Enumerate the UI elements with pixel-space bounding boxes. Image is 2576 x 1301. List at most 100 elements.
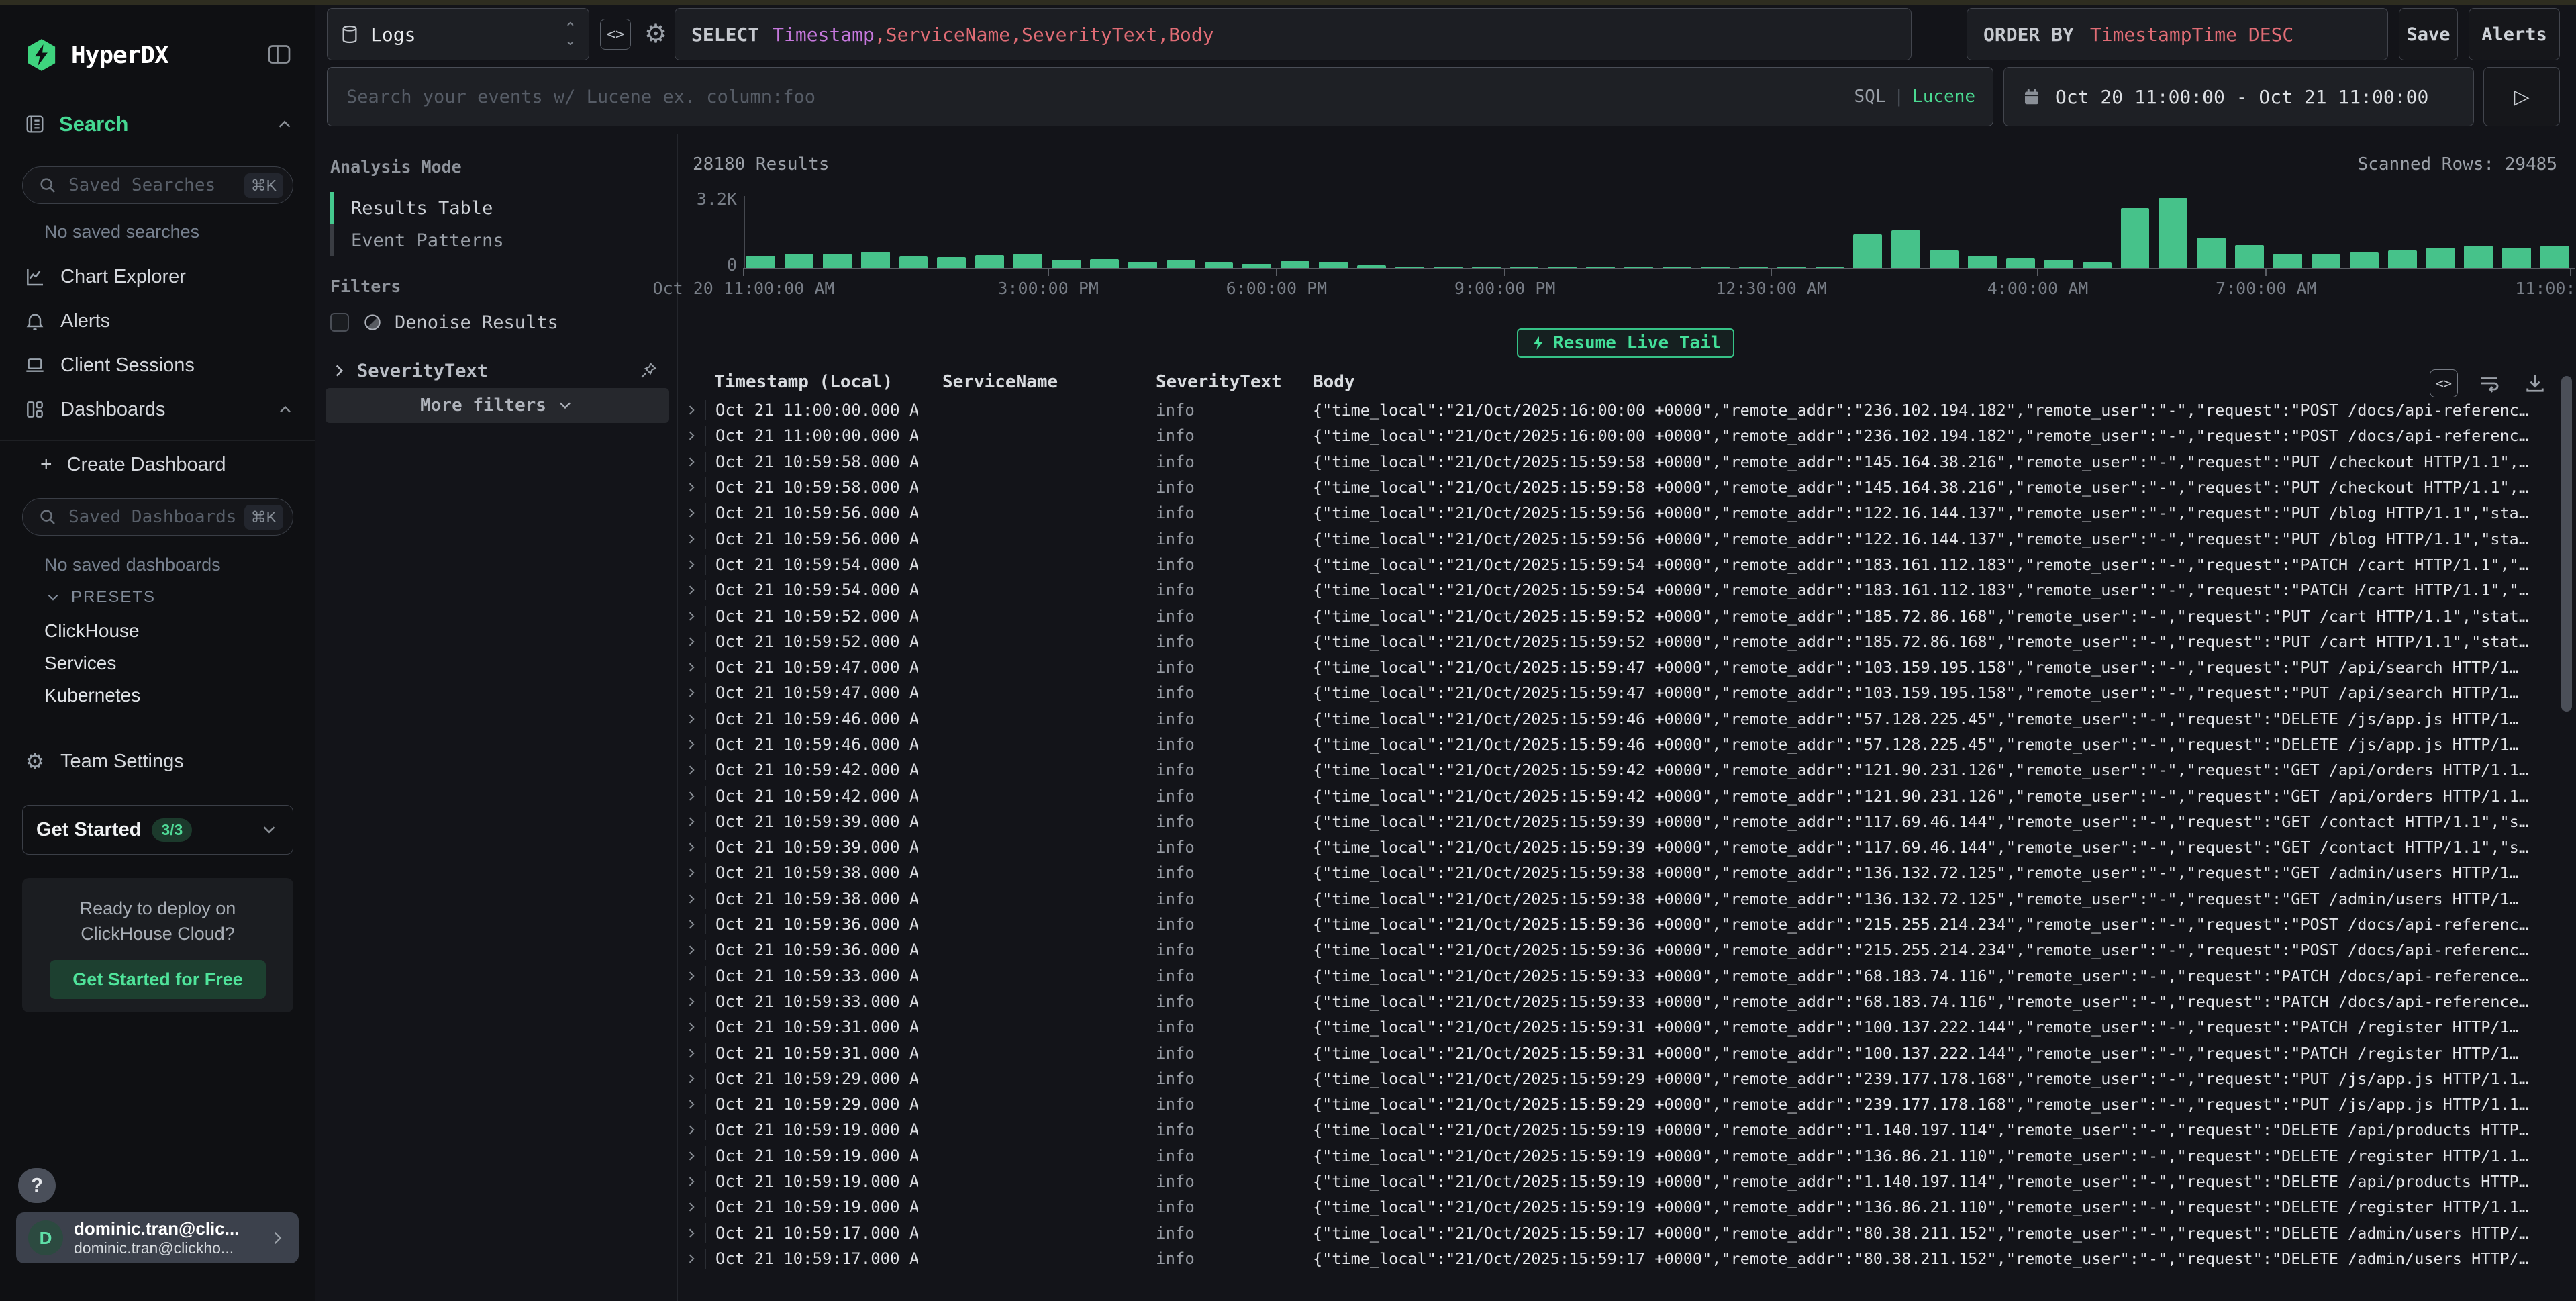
row-expand-chevron-icon[interactable] <box>678 943 705 957</box>
table-row[interactable]: Oct 21 10:59:54.000 AMinfo{"time_local":… <box>678 577 2571 603</box>
search-field[interactable] <box>345 86 1840 108</box>
row-expand-chevron-icon[interactable] <box>678 918 705 931</box>
table-row[interactable]: Oct 21 10:59:58.000 AMinfo{"time_local":… <box>678 449 2571 475</box>
preset-clickhouse[interactable]: ClickHouse <box>44 620 140 642</box>
row-expand-chevron-icon[interactable] <box>678 506 705 520</box>
chart-bar[interactable] <box>2273 254 2302 268</box>
table-row[interactable]: Oct 21 10:59:56.000 AMinfo{"time_local":… <box>678 526 2571 551</box>
table-row[interactable]: Oct 21 10:59:47.000 AMinfo{"time_local":… <box>678 680 2571 706</box>
language-lucene-toggle[interactable]: Lucene <box>1912 87 1975 107</box>
pin-icon[interactable] <box>638 360 658 381</box>
chart-bar[interactable] <box>899 256 928 268</box>
table-row[interactable]: Oct 21 10:59:19.000 AMinfo{"time_local":… <box>678 1194 2571 1220</box>
row-expand-chevron-icon[interactable] <box>678 686 705 700</box>
chart-bar[interactable] <box>2426 248 2455 268</box>
denoise-checkbox[interactable] <box>330 313 349 332</box>
row-expand-chevron-icon[interactable] <box>678 1123 705 1137</box>
sidebar-item-team-settings[interactable]: ⚙ Team Settings <box>24 744 295 779</box>
table-row[interactable]: Oct 21 10:59:36.000 AMinfo{"time_local":… <box>678 937 2571 963</box>
row-expand-chevron-icon[interactable] <box>678 558 705 571</box>
chart-bar[interactable] <box>746 256 775 268</box>
chart-bar[interactable] <box>2006 258 2035 268</box>
mode-results-table[interactable]: Results Table <box>330 192 664 224</box>
saved-searches-field[interactable] <box>67 175 244 196</box>
table-row[interactable]: Oct 21 10:59:54.000 AMinfo{"time_local":… <box>678 552 2571 577</box>
table-row[interactable]: Oct 21 10:59:42.000 AMinfo{"time_local":… <box>678 757 2571 783</box>
table-row[interactable]: Oct 21 10:59:17.000 AMinfo{"time_local":… <box>678 1246 2571 1271</box>
row-expand-chevron-icon[interactable] <box>678 1072 705 1086</box>
table-row[interactable]: Oct 21 10:59:17.000 AMinfo{"time_local":… <box>678 1220 2571 1246</box>
download-icon[interactable] <box>2521 369 2549 397</box>
chart-bar[interactable] <box>1930 250 1959 268</box>
chart-bar[interactable] <box>785 254 813 268</box>
presets-toggle[interactable]: PRESETS <box>44 588 156 607</box>
dashboards-collapse-chevron-icon[interactable] <box>276 400 295 419</box>
resume-live-tail-button[interactable]: Resume Live Tail <box>1517 328 1734 358</box>
table-row[interactable]: Oct 21 10:59:33.000 AMinfo{"time_local":… <box>678 989 2571 1014</box>
table-row[interactable]: Oct 21 10:59:58.000 AMinfo{"time_local":… <box>678 475 2571 500</box>
chart-bar[interactable] <box>1319 262 1348 268</box>
chart-bar[interactable] <box>2350 252 2379 268</box>
chart-bar[interactable] <box>2388 250 2417 268</box>
source-settings-gear-icon[interactable]: ⚙ <box>639 16 673 51</box>
row-expand-chevron-icon[interactable] <box>678 738 705 751</box>
table-row[interactable]: Oct 21 10:59:52.000 AMinfo{"time_local":… <box>678 603 2571 628</box>
chart-bar[interactable] <box>1968 256 1997 268</box>
table-row[interactable]: Oct 21 10:59:36.000 AMinfo{"time_local":… <box>678 912 2571 937</box>
column-header-severitytext[interactable]: SeverityText <box>1141 372 1294 392</box>
wrap-lines-icon[interactable] <box>2475 369 2504 397</box>
preset-services[interactable]: Services <box>44 653 116 674</box>
sidebar-collapse-icon[interactable] <box>264 39 295 70</box>
row-expand-chevron-icon[interactable] <box>678 610 705 623</box>
chart-bar[interactable] <box>2464 246 2493 268</box>
table-row[interactable]: Oct 21 10:59:19.000 AMinfo{"time_local":… <box>678 1169 2571 1194</box>
row-expand-chevron-icon[interactable] <box>678 892 705 906</box>
table-row[interactable]: Oct 21 10:59:56.000 AMinfo{"time_local":… <box>678 500 2571 526</box>
row-expand-chevron-icon[interactable] <box>678 712 705 726</box>
table-row[interactable]: Oct 21 10:59:47.000 AMinfo{"time_local":… <box>678 655 2571 680</box>
order-by-input[interactable]: ORDER BY TimestampTime DESC <box>1967 8 2388 60</box>
chart-bar[interactable] <box>2121 208 2150 268</box>
user-menu[interactable]: D dominic.tran@clic... dominic.tran@clic… <box>16 1212 299 1263</box>
save-button[interactable]: Save <box>2399 8 2458 60</box>
chart-bar[interactable] <box>1853 234 1882 268</box>
chart-bar[interactable] <box>2235 245 2264 268</box>
sidebar-item-chart-explorer[interactable]: Chart Explorer <box>24 259 295 294</box>
event-search-input[interactable]: SQL|Lucene <box>327 67 1993 126</box>
search-collapse-chevron-icon[interactable] <box>275 114 295 134</box>
chart-bar[interactable] <box>2083 262 2112 268</box>
chart-bar[interactable] <box>975 255 1004 268</box>
help-button[interactable]: ? <box>18 1168 56 1203</box>
code-view-icon[interactable]: <> <box>2430 369 2458 397</box>
chart-bar[interactable] <box>1891 230 1920 268</box>
get-started-dropdown[interactable]: Get Started 3/3 <box>22 805 293 855</box>
row-expand-chevron-icon[interactable] <box>678 661 705 674</box>
chart-bar[interactable] <box>2159 198 2187 268</box>
column-header-body[interactable]: Body <box>1294 372 2571 392</box>
saved-dashboards-input[interactable]: ⌘K <box>22 498 293 536</box>
more-filters-button[interactable]: More filters <box>326 388 669 423</box>
table-row[interactable]: Oct 21 10:59:38.000 AMinfo{"time_local":… <box>678 886 2571 912</box>
row-expand-chevron-icon[interactable] <box>678 1047 705 1060</box>
table-row[interactable]: Oct 21 10:59:52.000 AMinfo{"time_local":… <box>678 629 2571 655</box>
table-row[interactable]: Oct 21 10:59:19.000 AMinfo{"time_local":… <box>678 1117 2571 1143</box>
chart-bar[interactable] <box>2312 254 2340 268</box>
table-row[interactable]: Oct 21 10:59:29.000 AMinfo{"time_local":… <box>678 1066 2571 1092</box>
sidebar-item-client-sessions[interactable]: Client Sessions <box>24 348 295 383</box>
row-expand-chevron-icon[interactable] <box>678 1226 705 1240</box>
table-row[interactable]: Oct 21 10:59:46.000 AMinfo{"time_local":… <box>678 706 2571 732</box>
mode-event-patterns[interactable]: Event Patterns <box>330 224 664 256</box>
row-expand-chevron-icon[interactable] <box>678 840 705 854</box>
row-expand-chevron-icon[interactable] <box>678 403 705 417</box>
row-expand-chevron-icon[interactable] <box>678 532 705 546</box>
saved-searches-input[interactable]: ⌘K <box>22 166 293 204</box>
sidebar-item-dashboards[interactable]: Dashboards <box>24 392 295 427</box>
time-range-picker[interactable]: Oct 20 11:00:00 - Oct 21 11:00:00 <box>2003 67 2474 126</box>
row-expand-chevron-icon[interactable] <box>678 789 705 803</box>
row-expand-chevron-icon[interactable] <box>678 1020 705 1034</box>
row-expand-chevron-icon[interactable] <box>678 995 705 1008</box>
table-row[interactable]: Oct 21 10:59:33.000 AMinfo{"time_local":… <box>678 963 2571 989</box>
chart-bar[interactable] <box>1052 260 1081 268</box>
chart-bar[interactable] <box>2044 260 2073 268</box>
row-expand-chevron-icon[interactable] <box>678 1200 705 1214</box>
